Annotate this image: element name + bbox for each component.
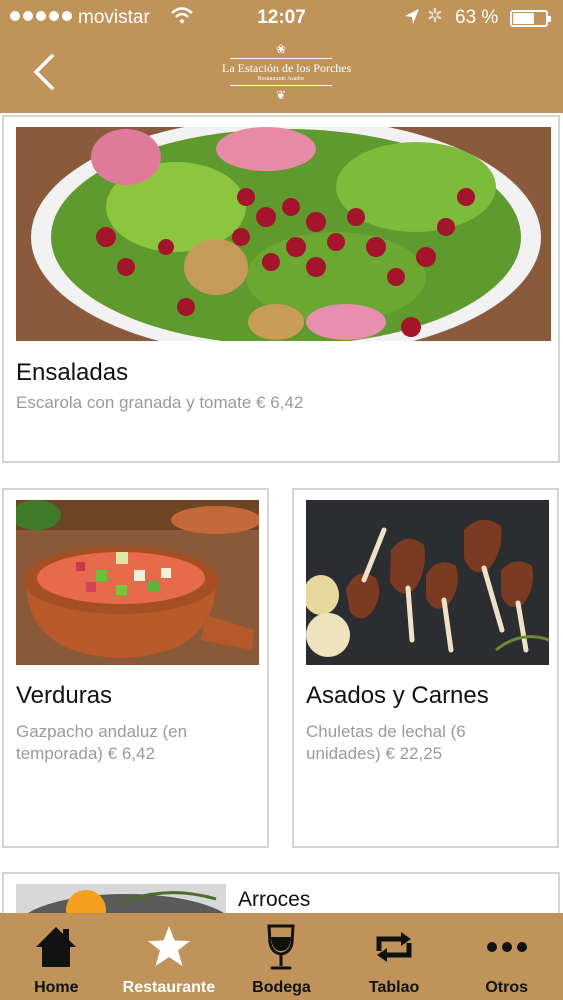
logo-flourish-ornament: ❦ <box>275 88 287 102</box>
tab-bodega[interactable]: Bodega <box>225 913 338 1000</box>
battery-icon <box>510 10 551 27</box>
wine-glass-icon <box>267 924 296 970</box>
salad-photo <box>16 127 551 341</box>
menu-card-description: Chuletas de lechal (6 unidades) € 22,25 <box>306 722 466 763</box>
more-icon <box>486 942 527 952</box>
tab-bar: Home Restaurante Bodega Tablao Otros <box>0 913 563 1000</box>
tab-home[interactable]: Home <box>0 913 113 1000</box>
menu-card-description: Gazpacho andaluz (en temporada) € 6,42 <box>16 722 188 763</box>
tab-tablao[interactable]: Tablao <box>338 913 451 1000</box>
tab-label: Bodega <box>252 979 311 996</box>
tab-label: Home <box>34 979 79 996</box>
logo-rule <box>230 58 332 59</box>
location-arrow-icon <box>405 9 419 24</box>
home-icon <box>36 927 77 967</box>
restaurant-logo: ❀ La Estación de los Porches Restaurante… <box>222 42 352 108</box>
logo-name: La Estación de los Porches <box>222 61 352 75</box>
tab-restaurante[interactable]: Restaurante <box>113 913 226 1000</box>
menu-card-ensaladas[interactable]: Ensaladas Escarola con granada y tomate … <box>2 115 560 463</box>
star-icon <box>147 926 190 966</box>
menu-card-title: Ensaladas <box>16 359 129 386</box>
menu-card-title: Asados y Carnes <box>306 682 489 709</box>
menu-card-description: Escarola con granada y tomate € 6,42 <box>16 393 304 412</box>
back-chevron-icon[interactable] <box>26 50 60 94</box>
logo-subtitle: Restaurante Asador <box>257 76 305 82</box>
lamb-chops-photo <box>306 500 549 665</box>
logo-rule <box>230 85 332 86</box>
top-bar: movistar 12:07 ✲ 63 % ❀ La Estación de l… <box>0 0 563 113</box>
bluetooth-icon: ✲ <box>427 6 443 27</box>
logo-crown-ornament: ❀ <box>275 42 287 56</box>
tab-otros[interactable]: Otros <box>450 913 563 1000</box>
tab-label: Restaurante <box>122 979 216 996</box>
battery-percentage: 63 % <box>455 7 499 28</box>
menu-card-title: Verduras <box>16 682 113 709</box>
status-bar: movistar 12:07 ✲ 63 % <box>0 0 563 36</box>
tab-label: Otros <box>485 979 528 996</box>
menu-card-verduras[interactable]: Verduras Gazpacho andaluz (en temporada)… <box>2 488 269 848</box>
menu-card-title: Arroces <box>238 888 311 911</box>
gazpacho-photo <box>16 500 259 665</box>
menu-card-asados[interactable]: Asados y Carnes Chuletas de lechal (6 un… <box>292 488 559 848</box>
repeat-icon <box>376 932 412 962</box>
tab-label: Tablao <box>368 979 420 996</box>
